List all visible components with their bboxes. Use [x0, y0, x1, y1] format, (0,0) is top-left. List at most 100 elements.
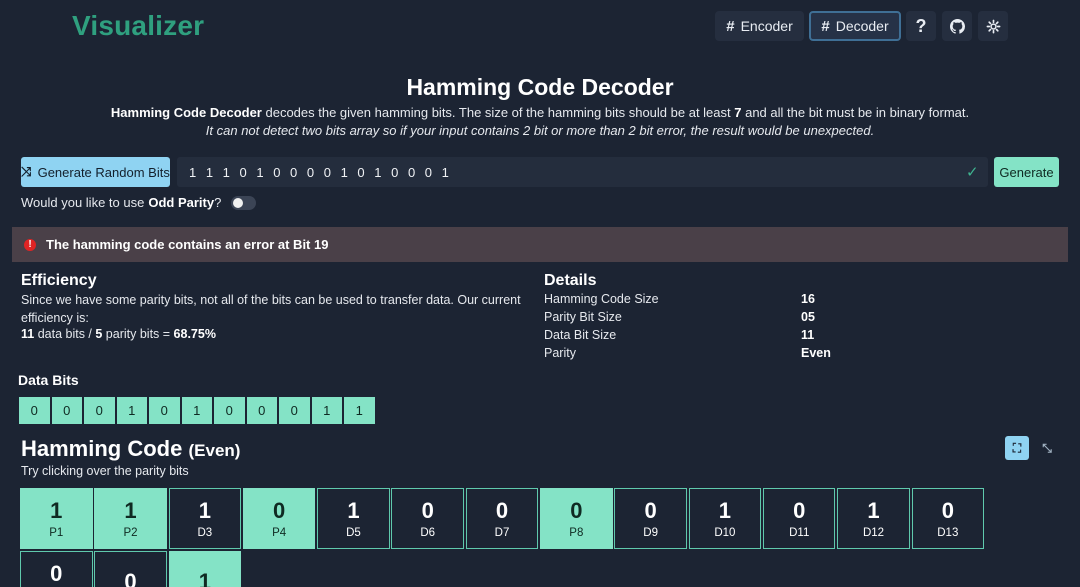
hamming-title: Hamming Code — [21, 436, 183, 461]
parity-bit-cell[interactable]: 1 P1 — [20, 488, 93, 549]
help-button[interactable]: ? — [906, 11, 936, 41]
data-bit-cell: 0 D6 — [391, 488, 464, 549]
details-label: Data Bit Size — [544, 328, 617, 342]
bit-value: 0 — [570, 498, 583, 523]
parity-bit-cell[interactable]: 1 — [168, 551, 242, 587]
data-bit-cell: 0 D11 — [762, 488, 836, 549]
data-bits-label: data bits / — [34, 327, 96, 341]
page-description: Hamming Code Decoder decodes the given h… — [0, 105, 1080, 120]
check-icon: ✓ — [966, 164, 979, 181]
hamming-subtitle: Try clicking over the parity bits — [21, 464, 189, 478]
bit-value: 1 — [867, 498, 880, 523]
question-icon: ? — [915, 15, 927, 36]
details-heading: Details — [544, 272, 597, 289]
bit-label: D3 — [197, 527, 213, 539]
data-bit-cell: 1 — [310, 396, 343, 425]
bit-label: D7 — [494, 527, 510, 539]
bit-label: D11 — [789, 527, 810, 539]
data-bit-cell: 0 — [213, 396, 246, 425]
bit-label: D5 — [346, 527, 361, 539]
hamming-bits-input[interactable]: 1 1 1 0 1 0 0 0 0 1 0 1 0 0 0 1 — [177, 157, 988, 187]
data-bit-cell: 0 — [94, 551, 167, 587]
github-icon — [949, 18, 965, 34]
encoder-nav-button[interactable]: # Encoder — [715, 11, 804, 41]
parity-bits-label: parity bits = — [102, 327, 174, 341]
efficiency-percent: 68.75% — [173, 327, 216, 341]
bit-value: 1 — [50, 498, 63, 523]
app-logo[interactable]: Visualizer — [72, 10, 204, 42]
odd-parity-toggle[interactable] — [231, 195, 257, 210]
bit-label: P1 — [49, 527, 64, 539]
data-bit-cell: 0 — [18, 396, 51, 425]
collapse-button[interactable]: ⤡ — [1037, 436, 1057, 460]
data-bits-count: 11 — [21, 327, 35, 341]
bit-value: 0 — [50, 561, 63, 586]
details-label: Parity — [544, 346, 576, 360]
parity-bit-cell[interactable]: 1 P2 — [94, 488, 167, 549]
desc-end: and all the bit must be in binary format… — [741, 105, 970, 120]
parity-bit-cell[interactable]: 0 P4 — [242, 488, 316, 549]
data-bit-cell: 0 — [245, 396, 278, 425]
collapse-icon: ⤡ — [1042, 440, 1052, 455]
parity-bit-cell[interactable]: 0 P8 — [540, 488, 613, 549]
bit-label: D13 — [937, 527, 959, 539]
bit-value: 0 — [495, 498, 509, 523]
bit-value: 0 — [273, 498, 286, 523]
data-bit-cell: 0 D13 — [911, 488, 985, 549]
data-bits-row: 00010100011 — [18, 396, 376, 425]
bit-value: 1 — [198, 568, 211, 587]
data-bit-cell: 0 — [83, 396, 116, 425]
data-bit-cell: 0 — [278, 396, 311, 425]
details-value: Even — [801, 346, 831, 360]
details-value: 16 — [801, 292, 815, 306]
desc-bold: Hamming Code Decoder — [110, 105, 262, 120]
decoder-nav-button[interactable]: # Decoder — [809, 11, 901, 41]
hamming-code-heading: Hamming Code (Even) — [21, 436, 240, 462]
odd-bold: Odd Parity — [148, 195, 215, 210]
hash-icon: # — [821, 17, 830, 35]
bit-value: 0 — [421, 498, 434, 523]
data-bit-cell: 0 — [148, 396, 181, 425]
bit-value: 0 — [124, 568, 137, 587]
efficiency-heading: Efficiency — [21, 272, 97, 289]
generate-random-bits-button[interactable]: ⤨ Generate Random Bits — [21, 157, 170, 187]
data-bit-cell: 1 D3 — [168, 488, 242, 549]
shuffle-icon: ⤨ — [21, 164, 32, 179]
bit-value: 1 — [347, 498, 360, 523]
bit-value: 1 — [198, 498, 211, 523]
data-bit-cell: 1 D10 — [688, 488, 762, 549]
data-bit-cell: 1 — [115, 396, 148, 425]
expand-icon: ⛶ — [1012, 440, 1022, 455]
expand-button[interactable]: ⛶ — [1005, 436, 1029, 460]
bit-value: 0 — [793, 498, 806, 523]
generate-button[interactable]: Generate — [994, 157, 1059, 187]
toggle-knob — [233, 197, 244, 208]
page-title: Hamming Code Decoder — [406, 74, 674, 100]
data-bit-cell: 0 — [50, 396, 83, 425]
bit-label: P2 — [123, 527, 138, 539]
details-label: Hamming Code Size — [544, 292, 659, 306]
data-bit-cell: 1 — [180, 396, 213, 425]
alert-message: The hamming code contains an error at Bi… — [46, 237, 329, 252]
bit-label: D10 — [714, 527, 736, 539]
data-bit-cell: 0 D7 — [465, 488, 539, 549]
odd-parity-option: Would you like to use Odd Parity ? — [21, 195, 257, 210]
settings-button[interactable] — [978, 11, 1008, 41]
details-value: 11 — [801, 328, 815, 342]
error-icon: ! — [24, 238, 36, 251]
details-value: 05 — [801, 310, 815, 324]
hash-icon: # — [726, 17, 735, 35]
bit-value: 1 — [718, 498, 732, 523]
data-bit-cell: 0 D9 — [614, 488, 687, 549]
desc-mid: decodes the given hamming bits. The size… — [261, 105, 735, 120]
odd-prefix: Would you like to use — [21, 195, 145, 210]
bit-value: 0 — [941, 498, 954, 523]
encoder-label: Encoder — [740, 18, 793, 34]
data-bits-heading: Data Bits — [18, 372, 79, 388]
github-button[interactable] — [942, 11, 972, 41]
hamming-parity-type: (Even) — [188, 441, 241, 460]
bit-label: P8 — [569, 527, 584, 539]
data-bit-cell: 1 D12 — [837, 488, 910, 549]
data-bit-cell: 0D14 — [20, 551, 93, 587]
data-bit-cell: 1 — [343, 396, 376, 425]
